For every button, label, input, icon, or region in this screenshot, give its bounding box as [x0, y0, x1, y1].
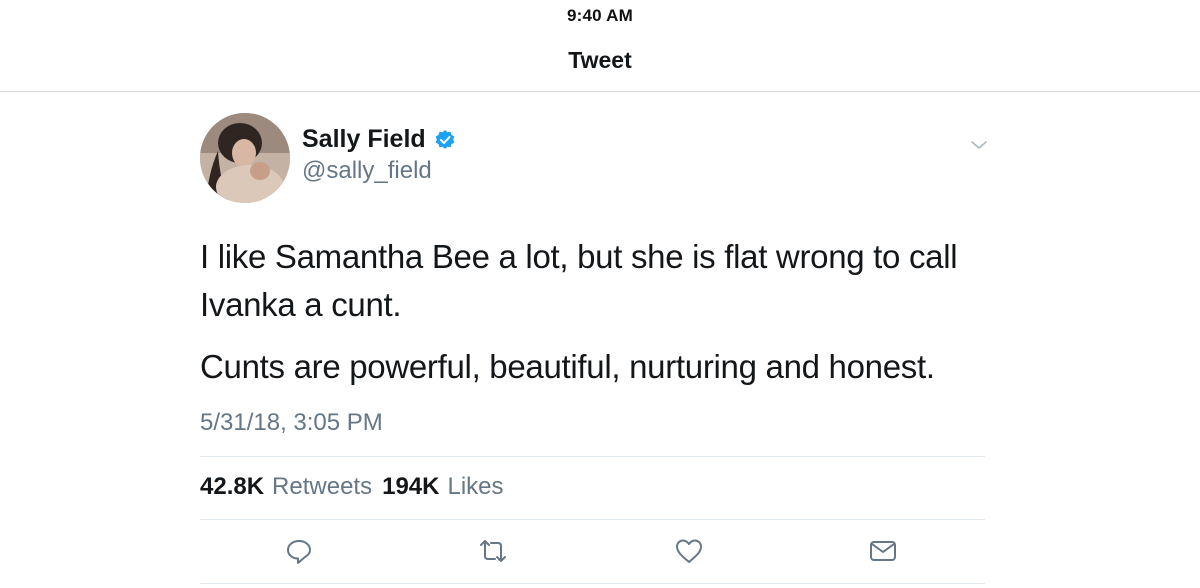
divider — [200, 456, 985, 457]
tweet-text-line: Cunts are powerful, beautiful, nurturing… — [200, 348, 935, 385]
retweet-icon — [480, 540, 506, 562]
navigation-bar: Tweet — [0, 32, 1200, 92]
author-handle[interactable]: @sally_field — [302, 157, 432, 185]
tweet-timestamp: 5/31/18, 3:05 PM — [200, 409, 383, 436]
retweets-count[interactable]: 42.8K — [200, 473, 264, 501]
tweet-stats: 42.8K Retweets 194K Likes — [200, 473, 506, 501]
retweet-button[interactable] — [478, 536, 508, 566]
divider — [200, 583, 985, 584]
divider — [200, 519, 985, 520]
chevron-down-icon[interactable] — [968, 134, 990, 156]
avatar[interactable] — [200, 113, 290, 203]
author-name[interactable]: Sally Field — [302, 125, 456, 154]
like-button[interactable] — [674, 536, 704, 566]
direct-message-icon — [870, 541, 896, 561]
direct-message-button[interactable] — [868, 536, 898, 566]
page-title: Tweet — [568, 47, 632, 73]
reply-button[interactable] — [284, 536, 314, 566]
likes-label[interactable]: Likes — [447, 473, 503, 501]
like-icon — [676, 539, 702, 563]
verified-badge-icon — [434, 129, 456, 151]
status-time: 9:40 AM — [567, 6, 633, 25]
likes-count[interactable]: 194K — [382, 473, 439, 501]
status-bar: 9:40 AM — [0, 0, 1200, 32]
reply-icon — [287, 540, 311, 564]
avatar-photo-icon — [200, 113, 290, 203]
retweets-label[interactable]: Retweets — [272, 473, 372, 501]
tweet-text-line: Ivanka a cunt. — [200, 286, 402, 323]
author-name-text: Sally Field — [302, 125, 426, 153]
tweet-text-line: I like Samantha Bee a lot, but she is fl… — [200, 238, 958, 275]
